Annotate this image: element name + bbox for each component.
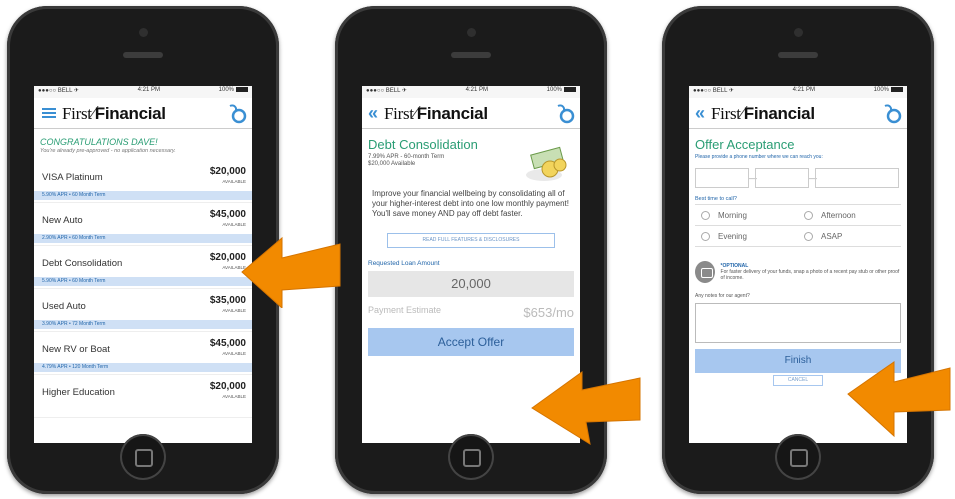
optional-text: For faster delivery of your funds, snap …: [720, 269, 900, 281]
speaker: [451, 52, 491, 58]
best-time-label: Best time to call?: [695, 196, 737, 202]
status-bar: ●●●○○ BELL ✈ 4:21 PM 100%: [34, 86, 252, 98]
radio-asap[interactable]: ASAP: [798, 226, 901, 247]
carrier: ●●●○○ BELL ✈: [366, 88, 407, 94]
congrats-heading: CONGRATULATIONS DAVE!: [40, 137, 158, 147]
speaker: [778, 52, 818, 58]
home-button[interactable]: [120, 434, 166, 480]
preapproved-note: You're already pre-approved - no applica…: [40, 148, 176, 154]
screen-loan-list: ●●●○○ BELL ✈ 4:21 PM 100% First⁄Financia…: [34, 86, 252, 443]
loan-item[interactable]: New Auto $45,000 AVAILABLE 2.90% APR • 60 …: [34, 203, 252, 246]
app-header: « First⁄Financial: [362, 98, 580, 129]
loan-item[interactable]: Used Auto $35,000 AVAILABLE 3.90% APR • 72…: [34, 289, 252, 332]
camera: [467, 28, 476, 37]
payment-estimate-label: Payment Estimate: [368, 305, 442, 315]
logo-mark-icon: [884, 104, 902, 124]
carrier: ●●●○○ BELL ✈: [38, 88, 79, 94]
offer-summary: Debt Consolidation 7.99% APR - 60-month …: [362, 137, 580, 181]
line-number-input[interactable]: [815, 168, 899, 188]
photo-upload-row: *OPTIONAL For faster delivery of your fu…: [695, 261, 901, 283]
app-header: First⁄Financial: [34, 98, 252, 129]
brand-logo: First⁄Financial: [62, 101, 166, 124]
loan-item[interactable]: Higher Education $20,000 AVAILABLE: [34, 375, 252, 418]
time: 4:21 PM: [137, 87, 160, 93]
battery: 100%: [547, 87, 576, 97]
radio-morning[interactable]: Morning: [695, 205, 798, 226]
speaker: [123, 52, 163, 58]
logo-mark-icon: [557, 104, 575, 124]
camera-icon[interactable]: [695, 261, 715, 283]
back-chevron-icon[interactable]: «: [695, 103, 705, 124]
arrow-icon: [531, 371, 641, 446]
battery: 100%: [874, 87, 903, 97]
brand-logo: First⁄Financial: [711, 101, 815, 124]
app-header: « First⁄Financial: [689, 98, 907, 129]
camera: [139, 28, 148, 37]
back-chevron-icon[interactable]: «: [368, 103, 378, 124]
battery: 100%: [219, 87, 248, 97]
phone-number-fields: — —: [695, 168, 901, 188]
offer-description: Improve your financial wellbeing by cons…: [372, 189, 569, 218]
logo-mark-icon: [229, 104, 247, 124]
loan-amount-input[interactable]: 20,000: [368, 271, 574, 297]
camera: [794, 28, 803, 37]
accept-offer-button[interactable]: Accept Offer: [368, 328, 574, 356]
cancel-button[interactable]: CANCEL: [773, 375, 823, 386]
status-bar: ●●●○○ BELL ✈ 4:21 PM 100%: [362, 86, 580, 98]
best-time-options: Morning Afternoon Evening ASAP: [695, 204, 901, 247]
read-disclosures-link[interactable]: READ FULL FEATURES & DISCLOSURES: [387, 233, 555, 248]
status-bar: ●●●○○ BELL ✈ 4:21 PM 100%: [689, 86, 907, 98]
payment-estimate-value: $653/mo: [523, 305, 574, 320]
loan-item[interactable]: New RV or Boat $45,000 AVAILABLE 4.79% APR…: [34, 332, 252, 375]
loan-list: VISA Platinum $20,000 AVAILABLE 5.90% APR …: [34, 160, 252, 418]
brand-logo: First⁄Financial: [384, 101, 488, 124]
notes-label: Any notes for our agent?: [695, 293, 750, 299]
money-icon: [526, 146, 567, 181]
arrow-icon: [241, 236, 341, 308]
loan-item[interactable]: Debt Consolidation $20,000 AVAILABLE 5.90%…: [34, 246, 252, 289]
home-button[interactable]: [448, 434, 494, 480]
requested-amount-label: Requested Loan Amount: [368, 260, 440, 267]
loan-item[interactable]: VISA Platinum $20,000 AVAILABLE 5.90% APR …: [34, 160, 252, 203]
time: 4:21 PM: [792, 87, 815, 93]
payment-estimate-row: Payment Estimate $653/mo: [368, 305, 574, 320]
area-code-input[interactable]: [695, 168, 749, 188]
time: 4:21 PM: [465, 87, 488, 93]
acceptance-title: Offer Acceptance: [695, 137, 795, 152]
arrow-icon: [847, 361, 951, 438]
carrier: ●●●○○ BELL ✈: [693, 88, 734, 94]
notes-textarea[interactable]: [695, 303, 901, 343]
prefix-input[interactable]: [755, 168, 809, 188]
radio-afternoon[interactable]: Afternoon: [798, 205, 901, 226]
radio-evening[interactable]: Evening: [695, 226, 798, 247]
menu-icon[interactable]: [42, 106, 56, 120]
home-button[interactable]: [775, 434, 821, 480]
phone-prompt: Please provide a phone number where we c…: [695, 154, 823, 160]
